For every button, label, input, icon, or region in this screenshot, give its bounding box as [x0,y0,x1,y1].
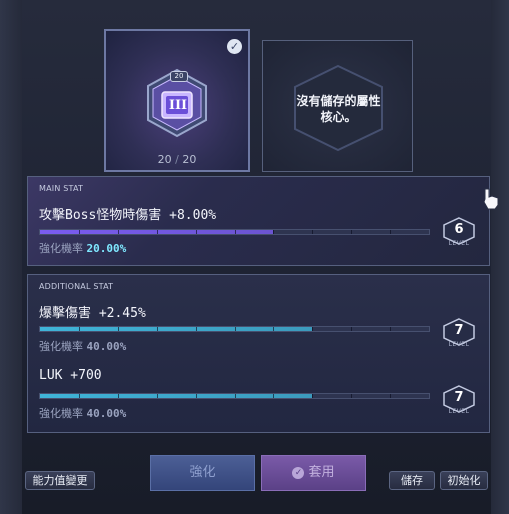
empty-core-slot[interactable]: 沒有儲存的屬性核心。 [262,40,413,172]
bar-segment-divider [234,394,236,398]
reset-button[interactable]: 初始化 [440,471,488,490]
bar-segment-divider [156,327,158,331]
bar-segment-divider [156,230,158,234]
additional-stat-rate-value-1: 40.00% [86,340,127,353]
additional-stat-level-2: 7 [454,390,464,405]
bar-segment-divider [312,230,314,234]
bar-segment-divider [273,394,275,398]
bar-segment-divider [234,230,236,234]
bar-segment-divider [195,327,197,331]
additional-stat-level-1: 7 [454,323,464,338]
save-button[interactable]: 儲存 [389,471,435,490]
additional-stat-level-caption-1: LEVEL [448,341,470,348]
main-stat-progress-bar [39,229,430,235]
additional-stat-rate-label-1: 強化機率 [39,340,83,353]
bar-segment-divider [351,394,353,398]
core-count-separator: / [175,153,179,166]
bar-segment-divider [117,230,119,234]
bar-segment-divider [273,327,275,331]
stat-change-button[interactable]: 能力值變更 [25,471,95,490]
main-stat-label: 攻擊Boss怪物時傷害 +8.00% [39,208,217,223]
additional-stat-rate-2: 強化機率 40.00% [39,405,126,421]
additional-stat-level-badge-2: 7 LEVEL [441,385,477,415]
empty-slot-message: 沒有儲存的屬性核心。 [296,94,381,124]
bar-segment-divider [351,327,353,331]
main-stat-level-badge: 6 LEVEL [441,217,477,247]
additional-stat-progress-fill-2 [40,394,313,398]
bar-segment-divider [156,394,158,398]
additional-stat-progress-fill-1 [40,327,313,331]
hand-cursor-icon [483,188,499,210]
additional-stat-panel: ADDITIONAL STAT 爆擊傷害 +2.45% 強化機率 40.00% … [27,274,490,433]
bar-segment-divider [351,230,353,234]
additional-stat-rate-label-2: 強化機率 [39,407,83,420]
additional-stat-progress-bar-1 [39,326,430,332]
main-stat-rate-label: 強化機率 [39,242,83,255]
enhance-button[interactable]: 強化 [150,455,255,491]
bar-segment-divider [390,394,392,398]
bar-segment-divider [390,327,392,331]
check-icon: ✓ [227,39,242,54]
bar-segment-divider [312,394,314,398]
bar-segment-divider [78,327,80,331]
bar-segment-divider [195,230,197,234]
main-stat-panel: MAIN STAT 攻擊Boss怪物時傷害 +8.00% 強化機率 20.00%… [27,176,490,266]
bar-segment-divider [273,230,275,234]
bar-segment-divider [78,230,80,234]
additional-stat-rate-value-2: 40.00% [86,407,127,420]
main-stat-rate: 強化機率 20.00% [39,240,126,256]
equipped-core-slot[interactable]: ✓ 20 III 20 / 20 [104,29,250,172]
bar-segment-divider [390,230,392,234]
bar-segment-divider [195,394,197,398]
additional-stat-label-2: LUK +700 [39,368,102,383]
core-count: 20 / 20 [106,153,248,166]
main-stat-title: MAIN STAT [39,184,84,193]
bar-segment-divider [117,327,119,331]
main-stat-level-caption: LEVEL [448,240,470,247]
core-count-current: 20 [157,153,172,166]
additional-stat-rate-1: 強化機率 40.00% [39,338,126,354]
main-stat-level: 6 [454,222,464,237]
core-level-badge: 20 [170,71,188,82]
additional-stat-label-1: 爆擊傷害 +2.45% [39,306,146,321]
bar-segment-divider [234,327,236,331]
core-numeral: III [168,98,188,113]
check-circle-icon: ✓ [292,466,305,479]
apply-button-label: 套用 [308,465,335,480]
additional-stat-title: ADDITIONAL STAT [39,282,114,291]
bar-segment-divider [78,394,80,398]
additional-stat-level-badge-1: 7 LEVEL [441,318,477,348]
core-count-max: 20 [182,153,197,166]
bar-segment-divider [117,394,119,398]
apply-button[interactable]: ✓ 套用 [261,455,366,491]
additional-stat-progress-bar-2 [39,393,430,399]
bar-segment-divider [312,327,314,331]
main-stat-rate-value: 20.00% [86,242,127,255]
additional-stat-level-caption-2: LEVEL [448,408,470,415]
